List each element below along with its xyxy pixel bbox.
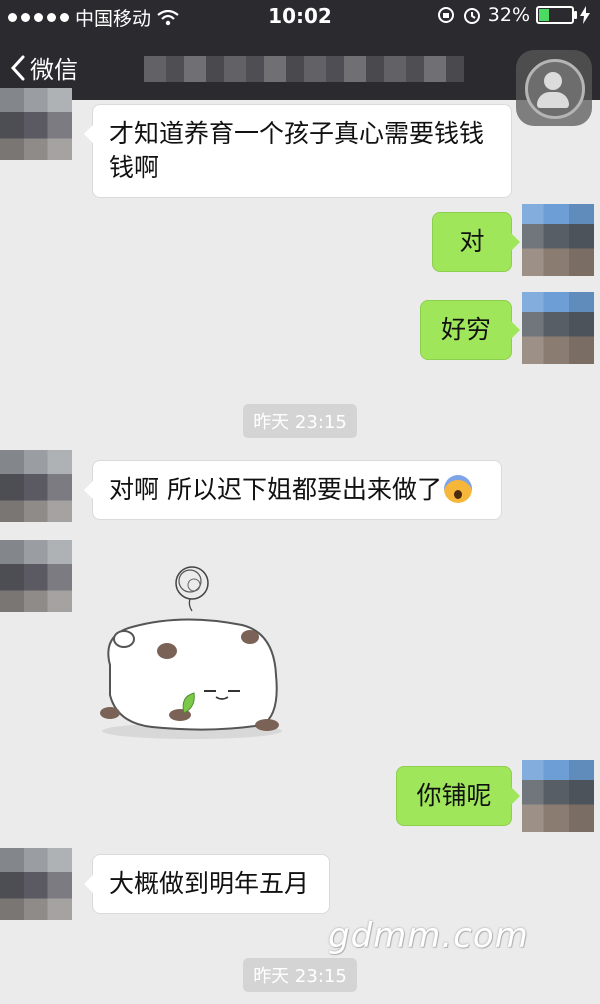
contact-avatar[interactable] bbox=[0, 88, 72, 160]
timestamp-label: 昨天 23:15 bbox=[243, 404, 357, 438]
assistive-touch-button[interactable] bbox=[516, 50, 592, 126]
alarm-icon bbox=[463, 8, 480, 24]
contact-avatar[interactable] bbox=[0, 540, 72, 612]
chat-title-blurred bbox=[144, 56, 464, 82]
message-text: 对啊 所以迟下姐都要出来做了 bbox=[109, 475, 442, 504]
self-avatar[interactable] bbox=[522, 760, 594, 832]
status-bar: 中国移动 10:02 32% bbox=[0, 0, 600, 32]
message-bubble-incoming[interactable]: 才知道养育一个孩子真心需要钱钱钱啊 bbox=[84, 104, 512, 198]
charging-icon bbox=[580, 6, 590, 24]
scribble-cloud-icon bbox=[175, 566, 209, 612]
message-bubble-outgoing[interactable]: 对 bbox=[432, 212, 520, 272]
timestamp-label: 昨天 23:15 bbox=[243, 958, 357, 992]
person-icon bbox=[544, 72, 562, 90]
message-bubble-incoming[interactable]: 大概做到明年五月 bbox=[84, 854, 330, 914]
fearful-face-emoji-icon bbox=[443, 475, 472, 503]
self-avatar[interactable] bbox=[522, 292, 594, 364]
battery-icon bbox=[536, 6, 577, 24]
contact-avatar[interactable] bbox=[0, 450, 72, 522]
orientation-lock-icon bbox=[437, 7, 454, 23]
lying-panda-sticker[interactable] bbox=[92, 555, 292, 745]
message-bubble-incoming[interactable]: 对啊 所以迟下姐都要出来做了 bbox=[84, 460, 502, 520]
chevron-left-icon bbox=[10, 55, 25, 80]
battery-percent: 32% bbox=[487, 4, 530, 26]
timestamp: 昨天 23:15 bbox=[0, 404, 600, 438]
message-bubble-outgoing[interactable]: 你铺呢 bbox=[396, 766, 520, 826]
back-label: 微信 bbox=[30, 56, 78, 84]
timestamp: 昨天 23:15 bbox=[0, 958, 600, 992]
message-bubble-outgoing[interactable]: 好穷 bbox=[420, 300, 520, 360]
watermark: gdmm.com bbox=[328, 916, 529, 956]
contact-avatar[interactable] bbox=[0, 848, 72, 920]
back-button[interactable]: 微信 bbox=[10, 50, 78, 85]
nav-bar: 微信 bbox=[0, 36, 600, 126]
top-bar: 中国移动 10:02 32% 微信 bbox=[0, 0, 600, 126]
self-avatar[interactable] bbox=[522, 204, 594, 276]
